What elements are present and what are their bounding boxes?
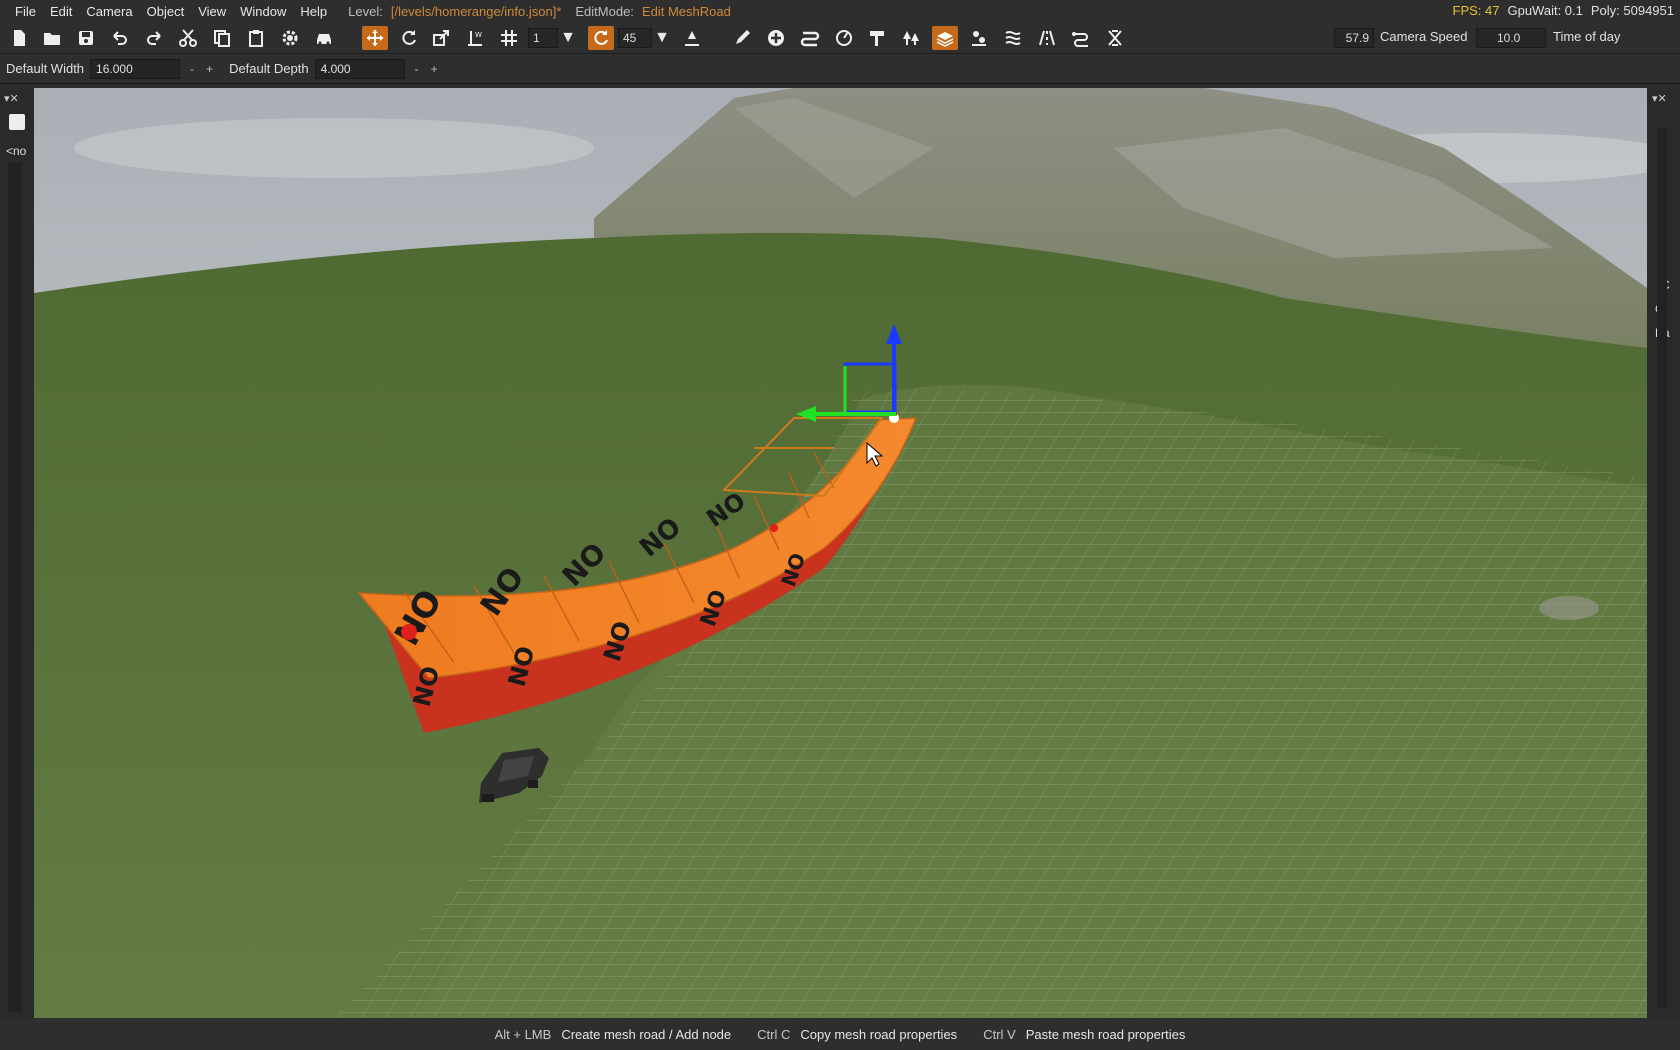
decal-road-icon[interactable] — [797, 26, 823, 50]
hint-paste: Ctrl V Paste mesh road properties — [983, 1027, 1185, 1042]
grid-snap-icon[interactable] — [496, 26, 522, 50]
copy-icon[interactable] — [209, 26, 235, 50]
fps-readout: FPS: 47 — [1452, 3, 1500, 18]
menu-object[interactable]: Object — [140, 4, 192, 19]
vehicle-icon[interactable] — [311, 26, 337, 50]
level-path: [/levels/homerange/info.json]* — [390, 3, 562, 19]
menu-file[interactable]: File — [8, 4, 43, 19]
terrain-paint-icon[interactable] — [831, 26, 857, 50]
perf-stats: FPS: 47 GpuWait: 0.1 Poly: 5094951 — [1453, 3, 1674, 18]
hint-key: Ctrl V — [983, 1026, 1016, 1042]
add-item-icon[interactable] — [9, 114, 25, 130]
hint-copy: Ctrl C Copy mesh road properties — [757, 1027, 957, 1042]
main-toolbar: W 1 ▼ 45 ▼ 57.9 Camera Speed 10.0 Time o… — [0, 22, 1680, 54]
depth-increase-button[interactable]: + — [431, 62, 438, 76]
material-brush-icon[interactable] — [864, 26, 890, 50]
menu-camera[interactable]: Camera — [79, 4, 139, 19]
settings-gear-icon[interactable] — [277, 26, 303, 50]
svg-text:W: W — [475, 31, 482, 39]
left-dock-panel: ▾✕ <no — [0, 88, 34, 1018]
pencil-icon[interactable] — [729, 26, 755, 50]
water-plane-icon[interactable] — [1000, 26, 1026, 50]
road-network-icon[interactable] — [1068, 26, 1094, 50]
redo-icon[interactable] — [141, 26, 167, 50]
world-local-icon[interactable]: W — [462, 26, 488, 50]
left-panel-text: <no — [6, 144, 27, 158]
right-dock-panel: ▾✕ C Cl Pa — [1647, 88, 1680, 1018]
meshroad-options-bar: Default Width 16.000 - + Default Depth 4… — [0, 54, 1680, 84]
add-object-icon[interactable] — [763, 26, 789, 50]
angle-value-input[interactable]: 45 — [618, 28, 652, 48]
road-node-mid[interactable] — [770, 524, 778, 532]
depth-decrease-button[interactable]: - — [415, 62, 419, 76]
right-panel-scrollbar[interactable] — [1657, 128, 1667, 1008]
gpuwait-readout: GpuWait: 0.1 — [1507, 3, 1583, 18]
menu-bar: File Edit Camera Object View Window Help… — [0, 0, 1680, 22]
road-node-start[interactable] — [401, 624, 417, 640]
hint-key: Alt + LMB — [494, 1026, 552, 1042]
open-folder-icon[interactable] — [39, 26, 65, 50]
menu-window[interactable]: Window — [233, 4, 293, 19]
editmode-label: EditMode: — [575, 3, 634, 19]
default-depth-input[interactable]: 4.000 — [314, 58, 405, 79]
hint-key: Ctrl C — [757, 1026, 791, 1042]
cut-icon[interactable] — [175, 26, 201, 50]
snap-value-input[interactable]: 1 — [528, 28, 558, 48]
default-width-label: Default Width — [6, 61, 85, 76]
editmode-value: Edit MeshRoad — [641, 3, 731, 19]
hint-action: Paste mesh road properties — [1025, 1026, 1186, 1042]
river-icon[interactable] — [966, 26, 992, 50]
menu-edit[interactable]: Edit — [43, 4, 79, 19]
rotate-icon[interactable] — [396, 26, 422, 50]
width-decrease-button[interactable]: - — [190, 62, 194, 76]
terrain-snap-icon[interactable] — [679, 26, 705, 50]
menu-help[interactable]: Help — [293, 4, 334, 19]
width-increase-button[interactable]: + — [206, 62, 213, 76]
poly-readout: Poly: 5094951 — [1590, 3, 1674, 18]
mesh-road-icon[interactable] — [932, 26, 958, 50]
new-file-icon[interactable] — [6, 26, 32, 50]
shortcut-tool-icon[interactable] — [1102, 26, 1128, 50]
left-panel-collapse-icon[interactable]: ▾✕ — [4, 92, 26, 106]
right-panel-collapse-icon[interactable]: ▾✕ — [1652, 92, 1674, 106]
camera-speed-input[interactable]: 10.0 — [1476, 28, 1546, 48]
save-icon[interactable] — [73, 26, 99, 50]
status-bar: Alt + LMB Create mesh road / Add node Ct… — [0, 1018, 1680, 1050]
hint-action: Create mesh road / Add node — [561, 1026, 732, 1042]
scale-icon[interactable] — [428, 26, 454, 50]
translate-gizmo-icon[interactable] — [362, 26, 388, 50]
menu-view[interactable]: View — [191, 4, 233, 19]
time-of-day-label: Time of day — [1553, 29, 1621, 44]
hint-action: Copy mesh road properties — [800, 1026, 958, 1042]
road-lanes-icon[interactable] — [1034, 26, 1060, 50]
angle-dropdown-icon[interactable]: ▼ — [654, 26, 670, 50]
snap-dropdown-icon[interactable]: ▼ — [560, 26, 576, 50]
default-width-input[interactable]: 16.000 — [90, 58, 181, 79]
default-depth-label: Default Depth — [229, 61, 309, 76]
level-label: Level: — [348, 3, 383, 19]
camera-speed-label: Camera Speed — [1380, 29, 1468, 44]
undo-icon[interactable] — [107, 26, 133, 50]
angle-snap-icon[interactable] — [588, 26, 614, 50]
fov-value-input[interactable]: 57.9 — [1334, 28, 1374, 48]
paste-icon[interactable] — [243, 26, 269, 50]
hint-create-road: Alt + LMB Create mesh road / Add node — [495, 1027, 732, 1042]
3d-viewport[interactable]: NO NO NO NO NO NO NO NO NO NO — [34, 88, 1647, 1018]
left-panel-scrollbar[interactable] — [8, 162, 22, 1012]
forest-icon[interactable] — [898, 26, 924, 50]
